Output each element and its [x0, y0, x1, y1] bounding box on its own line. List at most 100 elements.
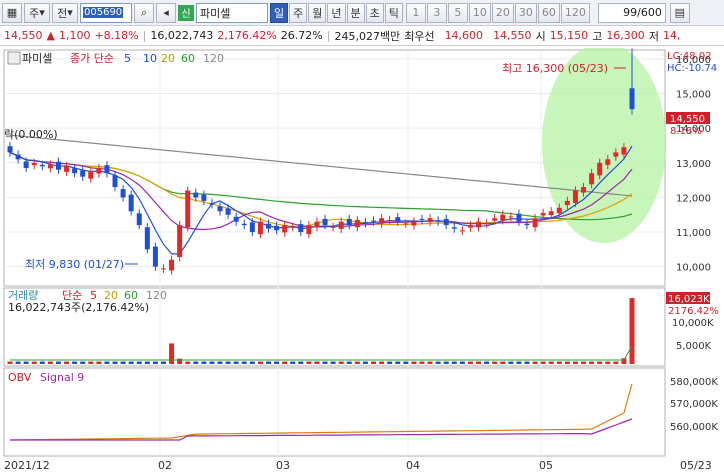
- interval-tab-5[interactable]: 5: [447, 2, 468, 23]
- interval-tab-20[interactable]: 20: [491, 2, 514, 23]
- obv-signal-label: Signal 9: [40, 371, 84, 384]
- volume-bar-50: [411, 361, 417, 364]
- volume-bar-75: [613, 361, 619, 364]
- obv-tick-560000k: 560,000K: [670, 422, 718, 433]
- candle-body-12: [104, 165, 110, 174]
- volume-bar-28: [233, 361, 239, 364]
- candle-body-62: [508, 216, 514, 218]
- current-volume-label: 16,023K: [668, 294, 710, 305]
- interval-tabs: 1 3 5 10 20 30 60 120: [405, 2, 590, 23]
- volume-bar-8: [72, 361, 78, 364]
- priority-label: 최우선: [404, 29, 435, 43]
- stock-code-input[interactable]: 005690: [80, 2, 132, 23]
- candle-body-49: [403, 223, 409, 225]
- chart-toolbar: ▦ 주 ▾ 전 ▾ 005690 ⌕ ◂ 신 파미셀 일주월년분초틱 1 3 5 10 20…: [0, 0, 724, 26]
- stock-chart[interactable]: 파미셀 종가 단순 5 10 20 60 120 락(0.00%) 최고 16,…: [0, 43, 724, 473]
- candle-body-32: [265, 223, 271, 229]
- volume-tick-5000k: 5,000K: [676, 341, 712, 352]
- vol-ma-120: 120: [146, 289, 167, 302]
- panel-menu-icon[interactable]: [7, 51, 21, 65]
- price-change-pct: +8.18%: [94, 29, 139, 42]
- calendar-icon[interactable]: ▤: [669, 2, 690, 23]
- volume-bar-20: [169, 343, 175, 364]
- candle-body-68: [556, 207, 562, 214]
- panel-title: 파미셀: [22, 52, 52, 65]
- interval-tab-10[interactable]: 10: [468, 2, 491, 23]
- period-tab-2[interactable]: 월: [308, 2, 327, 23]
- volume-tick-10000k: 10,000K: [672, 318, 714, 329]
- volume-bar-69: [564, 361, 570, 364]
- interval-tab-120[interactable]: 120: [560, 2, 590, 23]
- candle-body-1: [15, 154, 21, 160]
- market-select[interactable]: 주 ▾: [24, 2, 50, 23]
- period-tab-0[interactable]: 일: [270, 2, 289, 23]
- volume-bar-17: [144, 361, 150, 364]
- volume-bar-63: [516, 361, 522, 364]
- candle-body-13: [112, 175, 118, 188]
- candle-body-65: [532, 218, 538, 228]
- candle-body-47: [387, 219, 393, 221]
- low-price: 14,: [662, 29, 681, 42]
- candle-body-61: [500, 214, 506, 221]
- volume-bar-52: [427, 361, 433, 364]
- high-label: 고: [592, 29, 603, 43]
- trade-amount: 245,027백만: [334, 29, 401, 43]
- volume-bar-62: [508, 361, 514, 364]
- obv-title: OBV: [8, 371, 32, 384]
- volume-bar-59: [484, 361, 490, 364]
- chart-menu-icon[interactable]: ▦: [2, 2, 22, 23]
- volume-bar-37: [306, 361, 312, 364]
- candle-body-34: [282, 225, 288, 233]
- volume-bar-67: [548, 361, 554, 364]
- candle-body-39: [322, 218, 328, 226]
- interval-tab-3[interactable]: 3: [426, 2, 447, 23]
- candle-body-9: [80, 170, 86, 177]
- volume-bar-70: [572, 361, 578, 364]
- candle-body-19: [160, 268, 166, 270]
- x-tick-05: 05: [539, 459, 553, 472]
- speaker-icon[interactable]: ◂: [156, 2, 176, 23]
- interval-tab-1[interactable]: 1: [405, 2, 426, 23]
- volume-bar-29: [241, 361, 247, 364]
- open-price: 15,150: [549, 29, 589, 42]
- volume-bar-23: [193, 361, 199, 364]
- candle-body-46: [379, 218, 385, 224]
- candle-body-35: [290, 226, 296, 228]
- volume-bar-45: [371, 361, 377, 364]
- search-icon[interactable]: ⌕: [134, 2, 154, 23]
- period-tab-6[interactable]: 틱: [384, 2, 403, 23]
- period-tab-4[interactable]: 분: [346, 2, 365, 23]
- candle-body-40: [330, 226, 336, 228]
- open-label: 시: [535, 29, 546, 43]
- candle-body-45: [371, 220, 377, 222]
- interval-tab-30[interactable]: 30: [514, 2, 537, 23]
- volume-bar-4: [39, 361, 45, 364]
- volume-bar-49: [403, 361, 409, 364]
- volume-bar-56: [459, 361, 465, 364]
- volume-bar-3: [31, 361, 37, 364]
- turnover-rate: 26.72%: [280, 29, 323, 42]
- obv-panel: [3, 367, 666, 457]
- ma-20-label: 20: [161, 52, 175, 65]
- candle-body-22: [185, 190, 191, 228]
- candle-body-29: [241, 223, 247, 226]
- interval-tab-60[interactable]: 60: [537, 2, 560, 23]
- volume-info: 16,022,743주(2,176.42%): [8, 301, 149, 314]
- stock-code-value: 005690: [83, 7, 124, 18]
- volume-bar-40: [330, 361, 336, 364]
- candle-body-59: [484, 223, 490, 225]
- period-tab-5[interactable]: 초: [365, 2, 384, 23]
- chart-svg[interactable]: 파미셀 종가 단순 5 10 20 60 120 락(0.00%) 최고 16,…: [0, 43, 724, 473]
- volume-bar-41: [338, 361, 344, 364]
- candle-body-54: [443, 218, 449, 226]
- volume-bar-39: [322, 361, 328, 364]
- ma-5-label: 5: [124, 52, 131, 65]
- candle-body-58: [476, 221, 482, 228]
- obv-tick-580000k: 580,000K: [670, 377, 718, 388]
- current-price-label: 14,550: [670, 114, 705, 125]
- ma-120-label: 120: [203, 52, 224, 65]
- period-tab-3[interactable]: 년: [327, 2, 346, 23]
- candle-body-43: [354, 219, 360, 228]
- period-tab-1[interactable]: 주: [289, 2, 308, 23]
- period-type-select[interactable]: 전 ▾: [52, 2, 78, 23]
